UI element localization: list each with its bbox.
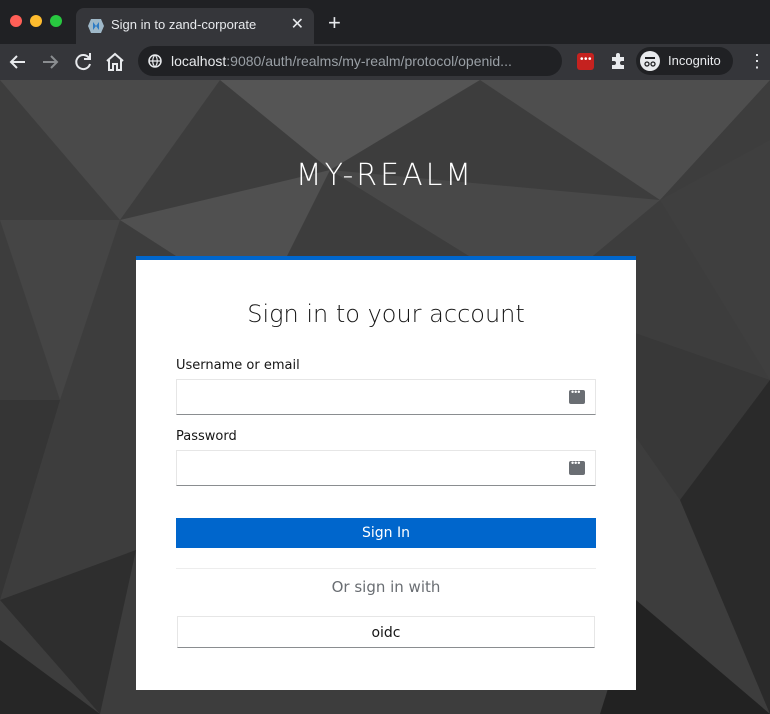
password-field[interactable] [176, 450, 596, 486]
or-sign-in-with-text: Or sign in with [331, 578, 441, 596]
incognito-indicator[interactable]: Incognito [636, 47, 733, 75]
divider [176, 568, 596, 569]
close-window-button[interactable] [10, 15, 22, 27]
username-field[interactable] [176, 379, 596, 415]
password-manager-extension-icon[interactable]: ••• [577, 53, 594, 70]
reload-icon[interactable] [71, 50, 95, 74]
new-tab-button[interactable]: + [328, 12, 341, 34]
minimize-window-button[interactable] [30, 15, 42, 27]
home-icon[interactable] [103, 50, 127, 74]
password-manager-field-icon[interactable] [569, 387, 585, 404]
extensions-puzzle-icon[interactable] [607, 50, 629, 72]
login-card: Sign in to your account Username or emai… [136, 256, 636, 690]
realm-title: MY-REALM [295, 158, 475, 193]
globe-icon [148, 54, 162, 68]
browser-tab-active[interactable]: Sign in to zand-corporate ✕ [76, 8, 314, 44]
browser-tab-strip: Sign in to zand-corporate ✕ + [0, 0, 770, 44]
keycloak-favicon-icon [88, 19, 104, 33]
password-label: Password [176, 429, 237, 444]
card-title: Sign in to your account [247, 300, 525, 328]
zoom-window-button[interactable] [50, 15, 62, 27]
username-label: Username or email [176, 358, 300, 373]
url-path: :9080/auth/realms/my-realm/protocol/open… [226, 53, 512, 69]
tab-title: Sign in to zand-corporate [111, 17, 257, 32]
back-icon[interactable] [6, 50, 30, 74]
oidc-provider-button[interactable]: oidc [177, 616, 595, 648]
url-text: localhost:9080/auth/realms/my-realm/prot… [171, 53, 512, 69]
forward-icon[interactable] [38, 50, 62, 74]
address-bar[interactable]: localhost:9080/auth/realms/my-realm/prot… [138, 46, 562, 76]
tab-close-icon[interactable]: ✕ [291, 15, 304, 35]
password-manager-field-icon[interactable] [569, 458, 585, 475]
sign-in-button[interactable]: Sign In [176, 518, 596, 548]
incognito-label: Incognito [668, 53, 721, 68]
login-page: MY-REALM Sign in to your account Usernam… [0, 80, 770, 714]
url-host: localhost [171, 53, 227, 69]
browser-menu-icon[interactable]: ⋮ [748, 50, 766, 72]
incognito-icon [640, 51, 660, 71]
browser-toolbar: localhost:9080/auth/realms/my-realm/prot… [0, 44, 770, 80]
